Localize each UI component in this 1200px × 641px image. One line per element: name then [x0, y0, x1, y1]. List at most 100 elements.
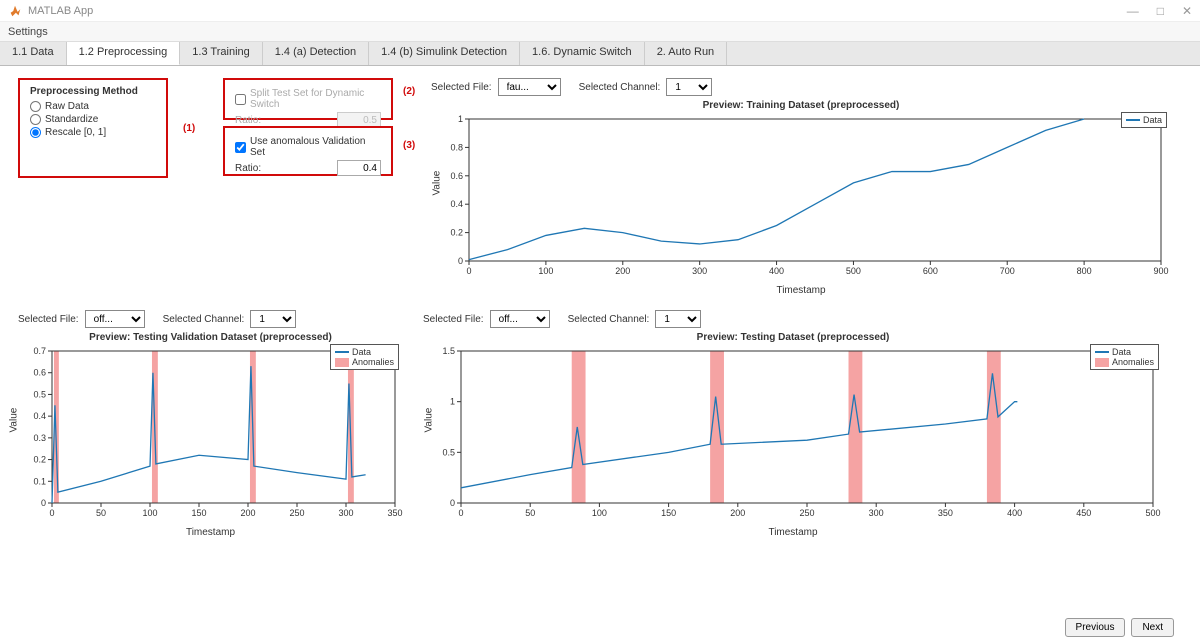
tab-preprocessing[interactable]: 1.2 Preprocessing	[67, 42, 181, 65]
svg-text:0.5: 0.5	[442, 447, 455, 457]
split-ratio-label: Ratio:	[235, 115, 261, 126]
svg-text:400: 400	[769, 266, 784, 276]
val-ratio-label: Ratio:	[235, 163, 261, 174]
svg-text:800: 800	[1077, 266, 1092, 276]
svg-text:1: 1	[450, 397, 455, 407]
svg-text:0: 0	[458, 508, 463, 518]
train-ylabel: Value	[432, 171, 443, 196]
svg-text:0.3: 0.3	[33, 433, 46, 443]
svg-text:0: 0	[450, 498, 455, 508]
svg-text:150: 150	[191, 508, 206, 518]
svg-text:200: 200	[240, 508, 255, 518]
val-ylabel: Value	[9, 408, 20, 433]
svg-text:500: 500	[846, 266, 861, 276]
test-ylabel: Value	[424, 408, 435, 433]
svg-text:350: 350	[938, 508, 953, 518]
previous-button[interactable]: Previous	[1065, 618, 1126, 637]
svg-text:300: 300	[869, 508, 884, 518]
svg-text:300: 300	[338, 508, 353, 518]
svg-text:50: 50	[96, 508, 106, 518]
svg-text:0: 0	[458, 256, 463, 266]
svg-text:100: 100	[538, 266, 553, 276]
test-legend: Data Anomalies	[1090, 344, 1159, 370]
minimize-icon[interactable]: —	[1127, 4, 1139, 18]
tab-dynamic-switch[interactable]: 1.6. Dynamic Switch	[520, 42, 645, 65]
annotation-2: (2)	[403, 86, 415, 97]
tab-detection-a[interactable]: 1.4 (a) Detection	[263, 42, 369, 65]
annotation-3: (3)	[403, 140, 415, 151]
validation-panel: Use anomalous Validation Set Ratio:	[223, 126, 393, 176]
radio-rescale[interactable]: Rescale [0, 1]	[30, 127, 156, 138]
svg-text:0.4: 0.4	[450, 199, 463, 209]
training-chart: Preview: Training Dataset (preprocessed)…	[431, 100, 1171, 300]
window-title: MATLAB App	[28, 5, 1127, 17]
maximize-icon[interactable]: □	[1157, 4, 1164, 18]
test-file-label: Selected File:	[423, 314, 484, 325]
radio-standardize[interactable]: Standardize	[30, 114, 156, 125]
val-file-select[interactable]: off...	[85, 310, 145, 328]
svg-text:150: 150	[661, 508, 676, 518]
tab-detection-b[interactable]: 1.4 (b) Simulink Detection	[369, 42, 520, 65]
svg-text:0.2: 0.2	[33, 455, 46, 465]
val-file-label: Selected File:	[18, 314, 79, 325]
tab-auto-run[interactable]: 2. Auto Run	[645, 42, 728, 65]
annotation-1: (1)	[183, 123, 195, 134]
svg-text:1.5: 1.5	[442, 346, 455, 356]
svg-text:0.8: 0.8	[450, 142, 463, 152]
svg-text:250: 250	[289, 508, 304, 518]
svg-text:350: 350	[387, 508, 402, 518]
svg-text:1: 1	[458, 114, 463, 124]
titlebar: MATLAB App — □ ✕	[0, 0, 1200, 22]
val-channel-select[interactable]: 1	[250, 310, 296, 328]
train-legend: Data	[1121, 112, 1167, 128]
train-file-label: Selected File:	[431, 82, 492, 93]
test-channel-select[interactable]: 1	[655, 310, 701, 328]
tabbar: 1.1 Data 1.2 Preprocessing 1.3 Training …	[0, 42, 1200, 66]
svg-text:0.7: 0.7	[33, 346, 46, 356]
svg-text:0.4: 0.4	[33, 411, 46, 421]
val-ratio-input[interactable]	[337, 160, 381, 176]
tab-data[interactable]: 1.1 Data	[0, 42, 67, 65]
svg-text:700: 700	[1000, 266, 1015, 276]
next-button[interactable]: Next	[1131, 618, 1174, 637]
val-xlabel: Timestamp	[18, 527, 403, 538]
tab-training[interactable]: 1.3 Training	[180, 42, 262, 65]
svg-text:400: 400	[1007, 508, 1022, 518]
svg-text:100: 100	[142, 508, 157, 518]
preprocess-method-panel: Preprocessing Method Raw Data Standardiz…	[18, 78, 168, 178]
train-chart-title: Preview: Training Dataset (preprocessed)	[431, 100, 1171, 111]
validation-chart: Preview: Testing Validation Dataset (pre…	[18, 332, 403, 542]
menu-settings[interactable]: Settings	[8, 26, 48, 38]
svg-text:0.5: 0.5	[33, 389, 46, 399]
svg-text:0.2: 0.2	[450, 228, 463, 238]
val-legend: Data Anomalies	[330, 344, 399, 370]
svg-text:0: 0	[49, 508, 54, 518]
svg-text:50: 50	[525, 508, 535, 518]
svg-text:300: 300	[692, 266, 707, 276]
val-channel-label: Selected Channel:	[163, 314, 245, 325]
close-icon[interactable]: ✕	[1182, 4, 1192, 18]
test-xlabel: Timestamp	[423, 527, 1163, 538]
testing-chart: Preview: Testing Dataset (preprocessed) …	[423, 332, 1163, 542]
svg-text:450: 450	[1076, 508, 1091, 518]
train-xlabel: Timestamp	[431, 285, 1171, 296]
svg-text:100: 100	[592, 508, 607, 518]
check-use-validation[interactable]: Use anomalous Validation Set	[235, 136, 381, 158]
svg-text:500: 500	[1145, 508, 1160, 518]
test-file-select[interactable]: off...	[490, 310, 550, 328]
train-file-select[interactable]: fau...	[498, 78, 561, 96]
train-channel-select[interactable]: 1	[666, 78, 712, 96]
svg-text:900: 900	[1153, 266, 1168, 276]
svg-text:200: 200	[730, 508, 745, 518]
matlab-icon	[8, 4, 22, 18]
svg-text:0: 0	[41, 498, 46, 508]
radio-raw-data[interactable]: Raw Data	[30, 101, 156, 112]
split-test-panel: Split Test Set for Dynamic Switch Ratio:	[223, 78, 393, 120]
svg-text:0.1: 0.1	[33, 476, 46, 486]
preprocess-title: Preprocessing Method	[30, 86, 156, 97]
test-channel-label: Selected Channel:	[568, 314, 650, 325]
svg-text:250: 250	[799, 508, 814, 518]
svg-text:200: 200	[615, 266, 630, 276]
check-split-test[interactable]: Split Test Set for Dynamic Switch	[235, 88, 381, 110]
svg-text:0: 0	[466, 266, 471, 276]
